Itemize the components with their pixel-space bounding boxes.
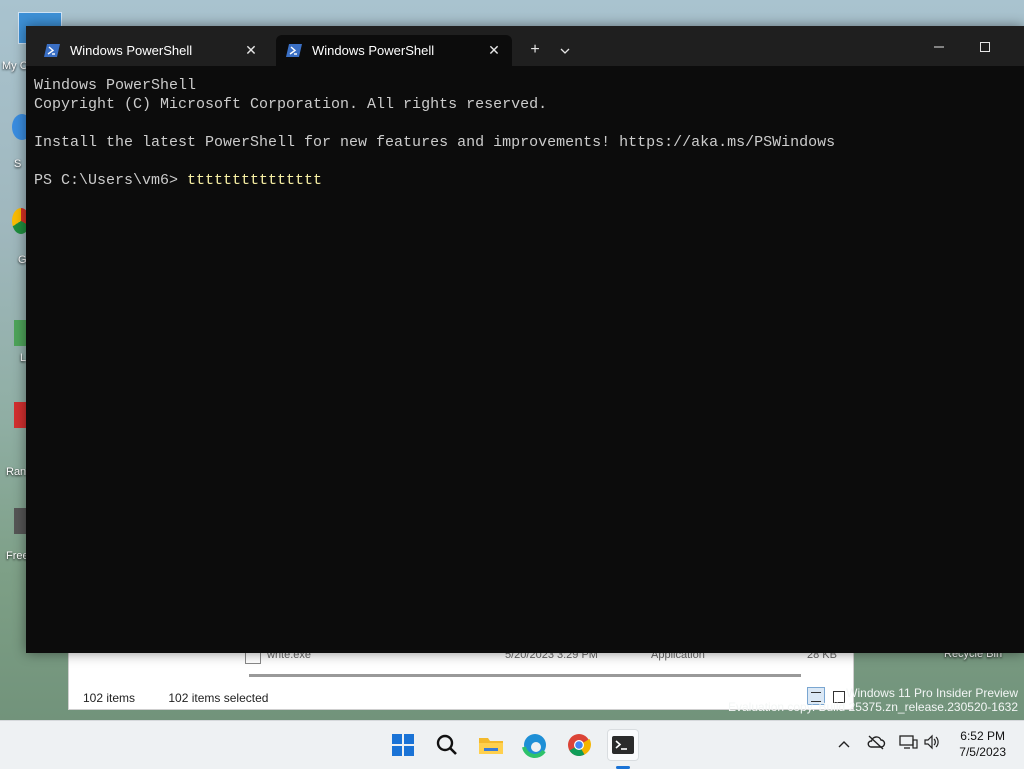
terminal-icon bbox=[612, 736, 634, 754]
console-line-title: Windows PowerShell bbox=[34, 77, 197, 94]
network-button[interactable] bbox=[898, 734, 918, 754]
console-command-input[interactable]: ttttttttttttttt bbox=[187, 172, 322, 189]
chevron-up-icon bbox=[838, 741, 850, 748]
tab-label: Windows PowerShell bbox=[70, 43, 193, 58]
chrome-icon bbox=[568, 734, 591, 756]
windows-watermark: Windows 11 Pro Insider Preview Evaluatio… bbox=[728, 686, 1018, 714]
edge-button[interactable] bbox=[519, 729, 551, 761]
cloud-offline-icon bbox=[867, 735, 886, 750]
onedrive-button[interactable] bbox=[866, 734, 886, 754]
desktop-label-screen: S bbox=[14, 158, 22, 170]
terminal-window: Windows PowerShell ✕ Windows PowerShell … bbox=[26, 26, 1024, 653]
file-explorer-icon bbox=[479, 738, 503, 754]
tab-label: Windows PowerShell bbox=[312, 43, 435, 58]
minimize-button[interactable] bbox=[916, 34, 962, 60]
watermark-line-1: Windows 11 Pro Insider Preview bbox=[846, 686, 1018, 700]
console-line-install: Install the latest PowerShell for new fe… bbox=[34, 134, 836, 151]
tab-dropdown-button[interactable] bbox=[553, 38, 577, 62]
maximize-icon bbox=[980, 42, 990, 52]
console-output[interactable]: Windows PowerShell Copyright (C) Microsof… bbox=[34, 76, 1016, 190]
powershell-icon bbox=[44, 44, 60, 57]
search-icon bbox=[436, 734, 457, 755]
status-selected-count: 102 items selected bbox=[168, 691, 269, 705]
new-tab-button[interactable]: + bbox=[523, 38, 547, 62]
edge-icon bbox=[522, 734, 546, 758]
chrome-button[interactable] bbox=[563, 729, 595, 761]
console-prompt: PS C:\Users\vm6> bbox=[34, 172, 188, 189]
search-button[interactable] bbox=[431, 729, 463, 761]
clock[interactable]: 6:52 PM 7/5/2023 bbox=[959, 728, 1006, 760]
desktop-label-ran: Ran bbox=[6, 466, 27, 478]
powershell-icon bbox=[286, 44, 302, 57]
tab-powershell-1[interactable]: Windows PowerShell ✕ bbox=[34, 35, 269, 66]
volume-icon bbox=[924, 734, 939, 750]
desktop-label-my-computer: My C bbox=[2, 60, 28, 72]
taskbar: 6:52 PM 7/5/2023 bbox=[0, 720, 1024, 769]
console-line-copyright: Copyright (C) Microsoft Corporation. All… bbox=[34, 96, 548, 113]
status-item-count: 102 items bbox=[83, 691, 136, 705]
chevron-down-icon bbox=[560, 48, 570, 54]
terminal-taskbar-button[interactable] bbox=[607, 729, 639, 769]
start-button[interactable] bbox=[387, 729, 419, 761]
explorer-scrollbar[interactable] bbox=[249, 674, 801, 677]
terminal-titlebar[interactable]: Windows PowerShell ✕ Windows PowerShell … bbox=[26, 26, 1024, 66]
network-icon bbox=[899, 735, 918, 749]
watermark-line-2: Evaluation copy. Build 25375.zn_release.… bbox=[728, 700, 1018, 714]
tab-powershell-2[interactable]: Windows PowerShell ✕ bbox=[276, 35, 512, 66]
tab-close-icon[interactable]: ✕ bbox=[239, 42, 263, 59]
clock-time: 6:52 PM bbox=[960, 729, 1005, 743]
start-icon bbox=[392, 734, 414, 756]
file-explorer-button[interactable] bbox=[475, 729, 507, 761]
tab-close-icon[interactable]: ✕ bbox=[482, 42, 506, 59]
minimize-icon bbox=[934, 46, 944, 48]
explorer-status-bar: 102 items 102 items selected bbox=[83, 691, 298, 705]
console-prompt-line[interactable]: PS C:\Users\vm6> ttttttttttttttt bbox=[34, 171, 1016, 190]
volume-button[interactable] bbox=[922, 734, 942, 754]
maximize-button[interactable] bbox=[962, 34, 1008, 60]
show-hidden-icons-button[interactable] bbox=[834, 734, 854, 754]
clock-date: 7/5/2023 bbox=[959, 745, 1006, 759]
